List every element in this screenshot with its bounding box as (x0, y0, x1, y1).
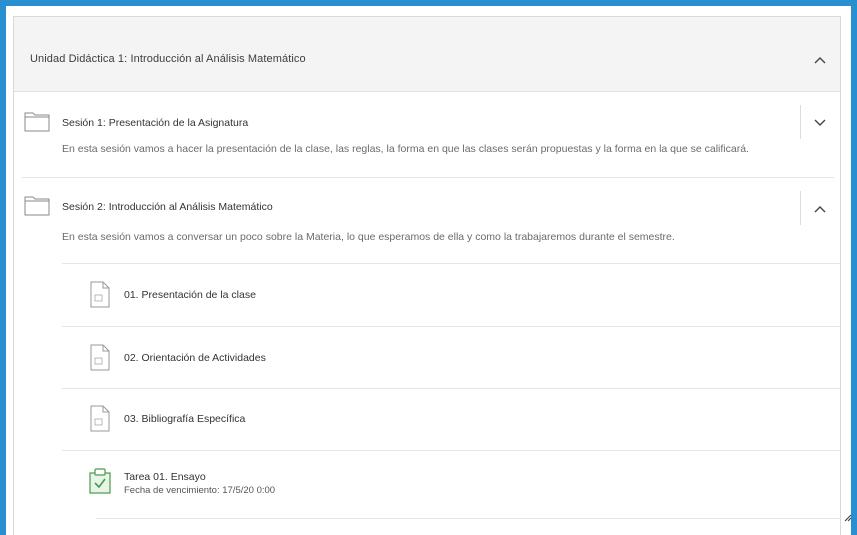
folder-icon (24, 112, 50, 132)
unit-header[interactable]: Unidad Didáctica 1: Introducción al Anál… (14, 17, 840, 92)
divider (800, 191, 801, 225)
document-icon (90, 344, 110, 371)
content-item[interactable]: 03. Bibliografía Específica (78, 389, 838, 449)
assignment-due-date: 17/5/20 0:00 (222, 485, 276, 496)
content-item-label: 03. Bibliografía Específica (124, 413, 246, 425)
divider (800, 105, 801, 139)
session-1-title[interactable]: Sesión 1: Presentación de la Asignatura (62, 117, 248, 129)
separator (62, 263, 840, 264)
chevron-up-icon[interactable] (810, 50, 830, 70)
session-1: Sesión 1: Presentación de la Asignatura … (14, 91, 840, 175)
session-2-description: En esta sesión vamos a conversar un poco… (62, 231, 675, 243)
chevron-down-icon[interactable] (810, 113, 830, 133)
separator (96, 518, 840, 519)
course-unit-panel: Unidad Didáctica 1: Introducción al Anál… (13, 16, 841, 535)
session-2-title[interactable]: Sesión 2: Introducción al Análisis Matem… (62, 201, 273, 213)
folder-icon (24, 196, 50, 216)
session-2: Sesión 2: Introducción al Análisis Matem… (14, 177, 840, 263)
unit-title: Unidad Didáctica 1: Introducción al Anál… (30, 53, 306, 65)
resize-handle-icon[interactable] (843, 513, 853, 523)
content-item-label: 02. Orientación de Actividades (124, 352, 266, 364)
assignment-due: Fecha de vencimiento: 17/5/20 0:00 (124, 485, 275, 496)
session-1-description: En esta sesión vamos a hacer la presenta… (62, 143, 749, 155)
chevron-up-icon[interactable] (810, 199, 830, 219)
content-item[interactable]: 02. Orientación de Actividades (78, 328, 838, 388)
assignment-due-label: Fecha de vencimiento: (124, 485, 220, 496)
document-icon (90, 405, 110, 432)
assignment-icon (89, 468, 111, 494)
separator (62, 326, 840, 327)
document-icon (90, 281, 110, 308)
content-item-label: 01. Presentación de la clase (124, 289, 256, 301)
assignment-item[interactable]: Tarea 01. Ensayo Fecha de vencimiento: 1… (78, 457, 838, 513)
separator (62, 450, 840, 451)
content-item[interactable]: 01. Presentación de la clase (78, 265, 838, 325)
assignment-title: Tarea 01. Ensayo (124, 471, 206, 483)
